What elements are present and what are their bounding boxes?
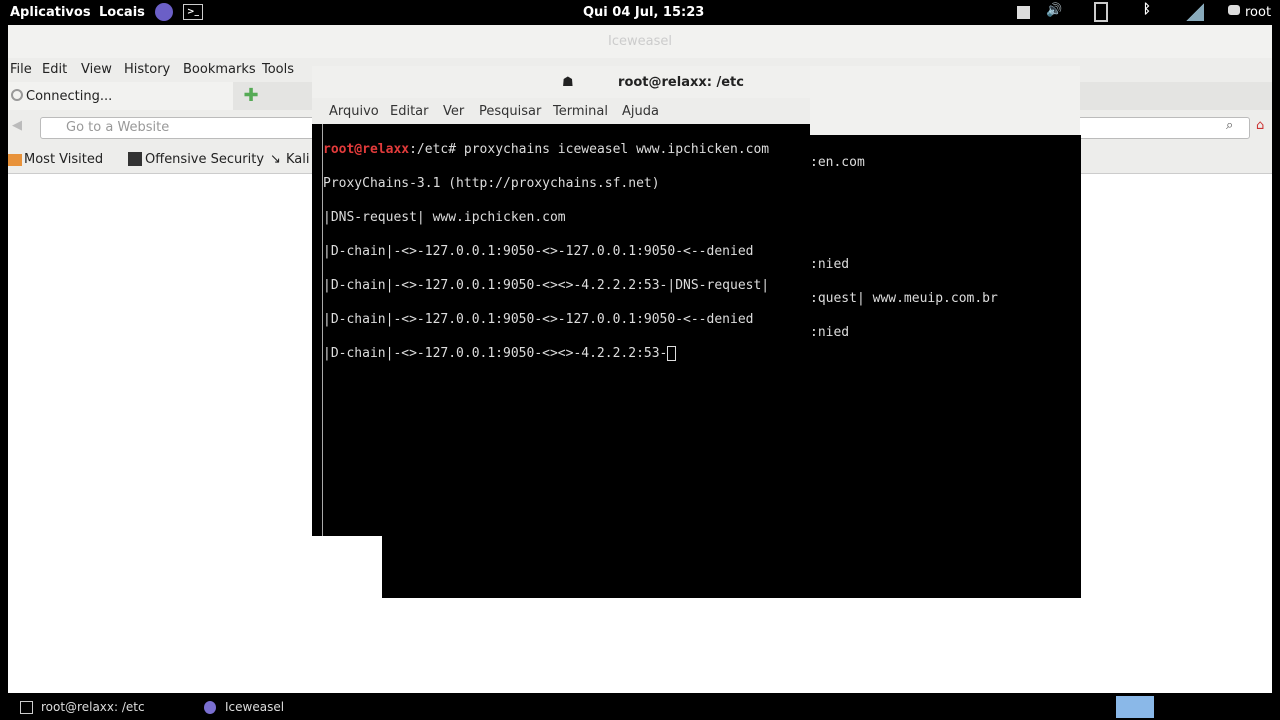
ghost-line: [810, 188, 1081, 205]
bookmark-kali[interactable]: Kali: [286, 152, 310, 167]
menu-view[interactable]: View: [81, 62, 112, 77]
kali-icon: ↘: [270, 152, 281, 167]
menu-arquivo[interactable]: Arquivo: [329, 104, 379, 119]
menu-terminal[interactable]: Terminal: [553, 104, 608, 119]
menu-pesquisar[interactable]: Pesquisar: [479, 104, 541, 119]
output-line: |D-chain|-<>-127.0.0.1:9050-<><>-4.2.2.2…: [323, 278, 770, 293]
bookmark-offensive-security[interactable]: Offensive Security: [145, 152, 264, 167]
cursor: [667, 346, 677, 361]
ghost-line: :en.com: [810, 155, 865, 170]
terminal-artifact: :en.com :nied :quest| www.meuip.com.br :…: [810, 135, 1081, 598]
command: proxychains iceweasel www.ipchicken.com: [463, 142, 770, 157]
back-icon[interactable]: ◀: [12, 118, 22, 133]
volume-icon[interactable]: 🔊: [1046, 3, 1062, 18]
prompt-user: root@relaxx: [323, 142, 410, 157]
search-icon[interactable]: ⌕: [1226, 118, 1233, 133]
menu-file[interactable]: File: [10, 62, 32, 77]
terminal-titlebar[interactable]: ☗ root@relaxx: /etc: [312, 66, 810, 98]
menu-history[interactable]: History: [124, 62, 170, 77]
tab-label: Connecting...: [26, 89, 113, 104]
output-line: |D-chain|-<>-127.0.0.1:9050-<>-127.0.0.1…: [323, 312, 754, 327]
applications-menu[interactable]: Aplicativos: [10, 5, 91, 20]
terminal-icon: ☗: [562, 75, 574, 90]
terminal-launcher-icon[interactable]: >_: [183, 4, 203, 20]
clock[interactable]: Qui 04 Jul, 15:23: [583, 5, 704, 20]
ghost-line: [810, 222, 1081, 239]
chat-icon[interactable]: [1228, 5, 1240, 15]
places-menu[interactable]: Locais: [99, 5, 145, 20]
taskbar-item-terminal[interactable]: root@relaxx: /etc: [18, 698, 188, 718]
window-artifact: [810, 66, 1080, 135]
taskbar-label: root@relaxx: /etc: [41, 700, 145, 714]
tab-connecting[interactable]: Connecting...: [8, 82, 233, 110]
iceweasel-launcher-icon[interactable]: [155, 3, 173, 21]
menu-bookmarks[interactable]: Bookmarks: [183, 62, 256, 77]
terminal-title: root@relaxx: /etc: [618, 75, 744, 90]
top-panel: Aplicativos Locais >_ Qui 04 Jul, 15:23 …: [0, 0, 1280, 25]
terminal-menubar: Arquivo Editar Ver Pesquisar Terminal Aj…: [312, 98, 810, 124]
ghost-line: :quest| www.meuip.com.br: [810, 291, 998, 306]
terminal-artifact: [382, 536, 812, 598]
ghost-line: :nied: [810, 325, 850, 340]
new-tab-button[interactable]: ✚: [238, 85, 264, 109]
terminal-window: ☗ root@relaxx: /etc Arquivo Editar Ver P…: [312, 66, 810, 536]
output-line: |DNS-request| www.ipchicken.com: [323, 210, 566, 225]
workspace-switcher[interactable]: [1116, 696, 1154, 718]
battery-icon[interactable]: [1094, 2, 1108, 22]
loading-icon: [11, 89, 23, 101]
bookmark-most-visited[interactable]: Most Visited: [24, 152, 103, 167]
taskbar-label: Iceweasel: [225, 700, 285, 714]
offsec-icon: [128, 152, 142, 166]
prompt-path: :/etc#: [409, 142, 464, 157]
menu-edit[interactable]: Edit: [42, 62, 67, 77]
bluetooth-icon[interactable]: ᛒ: [1143, 2, 1151, 17]
ghost-line: :nied: [810, 257, 850, 272]
terminal-icon: [20, 701, 33, 714]
output-line: |D-chain|-<>-127.0.0.1:9050-<>-127.0.0.1…: [323, 244, 754, 259]
stop-icon[interactable]: [1017, 6, 1030, 19]
iceweasel-icon: [204, 701, 216, 714]
taskbar: root@relaxx: /etc Iceweasel: [0, 695, 1280, 720]
home-icon[interactable]: ⌂: [1256, 118, 1264, 133]
terminal-output[interactable]: root@relaxx:/etc# proxychains iceweasel …: [322, 124, 810, 536]
user-menu[interactable]: root: [1245, 5, 1271, 20]
menu-tools[interactable]: Tools: [262, 62, 294, 77]
output-line: ProxyChains-3.1 (http://proxychains.sf.n…: [323, 176, 660, 191]
browser-title: Iceweasel: [8, 25, 1272, 58]
menu-editar[interactable]: Editar: [390, 104, 429, 119]
output-text: |D-chain|-<>-127.0.0.1:9050-<><>-4.2.2.2…: [323, 346, 668, 361]
output-line: |D-chain|-<>-127.0.0.1:9050-<><>-4.2.2.2…: [323, 345, 810, 362]
prompt-line: root@relaxx:/etc# proxychains iceweasel …: [323, 141, 810, 158]
menu-ajuda[interactable]: Ajuda: [622, 104, 659, 119]
signal-icon[interactable]: [1186, 3, 1204, 21]
folder-icon: [8, 154, 22, 166]
taskbar-item-iceweasel[interactable]: Iceweasel: [202, 698, 352, 718]
menu-ver[interactable]: Ver: [443, 104, 464, 119]
